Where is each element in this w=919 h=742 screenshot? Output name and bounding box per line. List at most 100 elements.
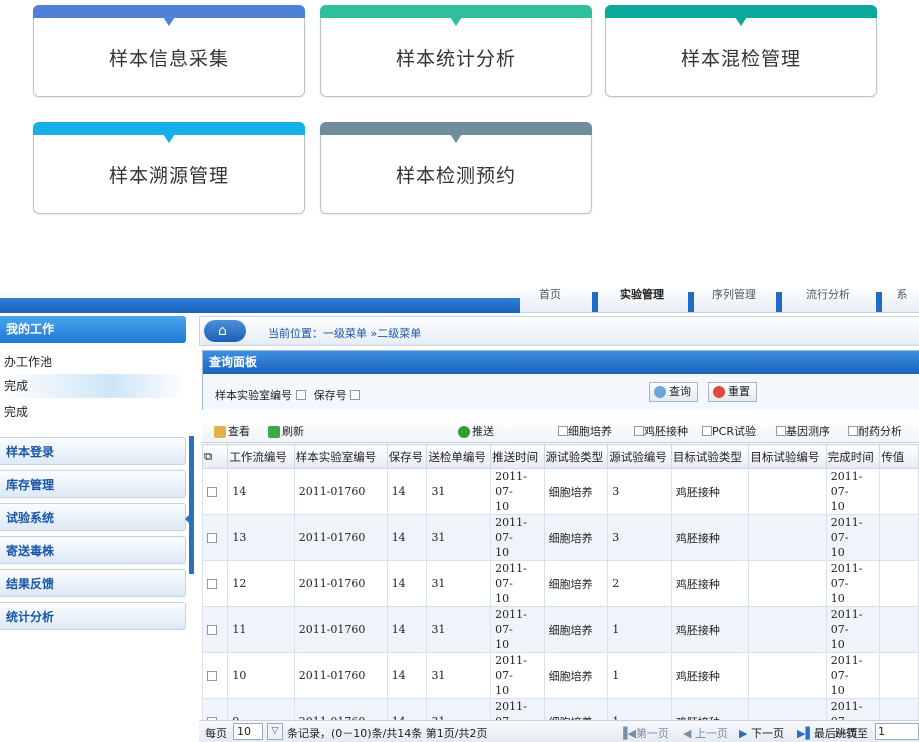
col-save-no[interactable]: 保存号 [386,444,428,469]
app-window: 首页 实验管理 序列管理 流行分析 系 我的工作 办工作池 完成 完成 样本登录… [0,286,919,742]
filter-checkbox[interactable] [634,426,644,436]
home-icon: ⌂ [218,323,227,339]
first-page-label: 第一页 [635,727,669,740]
nav-tab-system[interactable]: 系 [888,286,916,308]
row-select-cell [202,560,229,607]
table-row[interactable]: 92011-0176014312011-07-10细胞培养1鸡胚接种2011-0… [202,698,919,720]
nav-tab-experiment[interactable]: 实验管理 [600,286,684,308]
col-target-no[interactable]: 目标试验编号 [748,444,827,469]
module-card-sample-traceability[interactable]: 样本溯源管理 [33,122,305,214]
search-button[interactable]: 查询 [649,382,698,402]
sidebar-item-todo[interactable]: 办工作池 [0,350,186,374]
cell-lab-no: 2011-01760 [293,560,388,607]
push-label: 推送 [472,425,494,438]
per-page-select[interactable]: 10 [233,723,263,740]
module-card-sample-statistics[interactable]: 样本统计分析 [320,5,592,97]
cell-workflow-no: 12 [227,560,295,607]
cell-push-time-date: 2011-07- [495,654,527,682]
cell-source-type: 细胞培养 [543,514,609,561]
cell-target-no [748,514,827,561]
table-row[interactable]: 13 2011-01760 14 31 2011-07- 10 细胞培养 3 鸡胚接种 2011-… [202,514,919,561]
cell-sheet-no: 31 [426,698,492,720]
sidebar-menu-sample-login[interactable]: 样本登录 [0,437,186,465]
cell-workflow-no: 10 [227,652,295,699]
grid-toolbar: 查看 刷新 推送 细胞培养 鸡胚接种 PCR试验 基因测序 耐药分析 [202,417,919,443]
row-checkbox[interactable] [207,533,217,543]
reset-button-label: 重置 [728,385,750,398]
col-lab-no[interactable]: 样本实验室编号 [293,444,388,469]
module-card-sample-pooled-testing[interactable]: 样本混检管理 [605,5,877,97]
filter-checkbox[interactable] [776,426,786,436]
col-source-type[interactable]: 源试验类型 [543,444,609,469]
col-source-no[interactable]: 源试验编号 [607,444,672,469]
table-row[interactable]: 14 2011-01760 14 31 2011-07- 10 细胞培养 3 鸡胚接种 2011-… [202,468,919,515]
reset-button[interactable]: 重置 [708,382,757,402]
sidebar-menu-send-strain[interactable]: 寄送毒株 [0,536,186,564]
first-page-link[interactable]: ▐◀第一页 [619,725,669,741]
push-button[interactable]: 推送 [458,423,494,439]
save-number-checkbox[interactable] [350,390,361,400]
goto-page-input[interactable]: 1 [875,723,919,740]
filter-checkbox[interactable] [848,426,858,436]
filter-pcr[interactable]: PCR试验 [702,423,756,439]
row-checkbox[interactable] [207,487,217,497]
col-sheet-no[interactable]: 送检单编号 [426,444,492,469]
filter-drug-resistance[interactable]: 耐药分析 [848,423,902,439]
home-button[interactable]: ⌂ [204,320,246,342]
module-card-sample-test-booking[interactable]: 样本检测预约 [320,122,592,214]
sidebar-menu-statistics[interactable]: 统计分析 [0,602,186,630]
nav-tab-sequence[interactable]: 序列管理 [696,286,772,308]
collapse-arrow-icon[interactable] [185,514,190,524]
col-pass-value[interactable]: 传值 [879,444,919,469]
filter-checkbox[interactable] [702,426,712,436]
nav-tab-home[interactable]: 首页 [520,286,580,308]
filter-gene-sequencing[interactable]: 基因测序 [776,423,830,439]
row-checkbox[interactable] [207,625,217,635]
col-target-type[interactable]: 目标试验类型 [670,444,750,469]
cell-done-time-day: 10 [830,684,845,697]
col-workflow-no[interactable]: 工作流编号 [227,444,295,469]
sidebar-menu-test-system[interactable]: 试验系统 [0,503,186,531]
cell-source-no: 1 [607,652,672,699]
filter-egg-inoculation[interactable]: 鸡胚接种 [634,423,688,439]
sidebar-splitter[interactable] [189,436,194,574]
lab-number-checkbox[interactable] [295,390,306,400]
col-done-time[interactable]: 完成时间 [825,444,881,469]
filter-checkbox[interactable] [558,426,568,436]
cell-workflow-no: 13 [227,514,295,561]
cell-sheet-no: 31 [426,652,492,699]
sidebar-item-completed[interactable]: 完成 [0,374,186,398]
cell-push-time: 2011-07- 10 [490,468,545,515]
sidebar-menu-feedback[interactable]: 结果反馈 [0,569,186,597]
filter-cell-culture[interactable]: 细胞培养 [558,423,612,439]
chevron-down-icon[interactable]: ▽ [267,723,283,740]
filter-label: 细胞培养 [568,425,612,438]
row-checkbox[interactable] [207,671,217,681]
row-checkbox[interactable] [207,579,217,589]
table-row[interactable]: 11 2011-01760 14 31 2011-07- 10 细胞培养 1 鸡胚接种 2011-… [202,606,919,653]
sidebar-header-my-work[interactable]: 我的工作 [0,316,186,343]
reset-icon [713,386,725,398]
lab-number-label: 样本实验室编号 [215,389,292,402]
table-row[interactable]: 12 2011-01760 14 31 2011-07- 10 细胞培养 2 鸡胚接种 2011-… [202,560,919,607]
cell-push-time-date: 2011-07- [495,562,527,590]
cell-push-time: 2011-07- 10 [490,560,545,607]
cell-save-no: 14 [386,698,428,720]
row-select-cell [202,514,229,561]
sidebar-menu-inventory[interactable]: 库存管理 [0,470,186,498]
select-all-icon[interactable]: ⧉ [202,444,229,469]
col-push-time[interactable]: 推送时间 [490,444,545,469]
table-row[interactable]: 10 2011-01760 14 31 2011-07- 10 细胞培养 1 鸡胚接种 2011-… [202,652,919,699]
next-page-link[interactable]: ▶ 下一页 [739,725,784,741]
cell-done-time-day: 10 [830,500,845,513]
cell-done-time-date: 2011-07- [830,562,863,590]
view-button[interactable]: 查看 [214,423,250,439]
card-pointer-icon [735,17,747,26]
cell-pass-value [879,514,919,561]
view-label: 查看 [228,425,250,438]
prev-page-link[interactable]: ◀ 上一页 [683,725,728,741]
refresh-button[interactable]: 刷新 [268,423,304,439]
module-card-sample-info-collection[interactable]: 样本信息采集 [33,5,305,97]
sidebar-item-finished[interactable]: 完成 [0,400,186,424]
nav-tab-epidemic[interactable]: 流行分析 [784,286,872,308]
